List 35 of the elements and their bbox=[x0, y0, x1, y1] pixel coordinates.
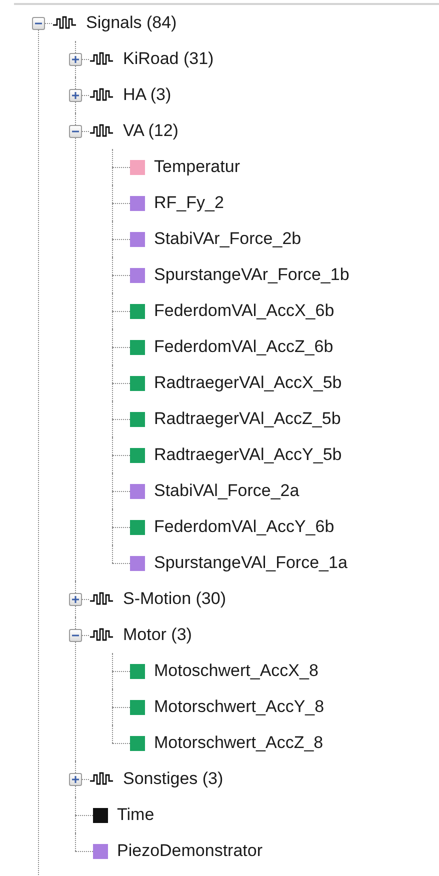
plus-icon bbox=[70, 54, 81, 64]
tree-node-label[interactable]: FederdomVAl_AccZ_6b bbox=[154, 337, 334, 357]
tree-node-label[interactable]: VA (12) bbox=[123, 121, 178, 141]
tree-node-label[interactable]: Sonstiges (3) bbox=[123, 769, 224, 789]
tree-node-label[interactable]: SpurstangeVAr_Force_1b bbox=[154, 265, 350, 285]
expander-button[interactable] bbox=[69, 628, 82, 642]
tree-node-label[interactable]: StabiVAr_Force_2b bbox=[154, 229, 302, 249]
tree-node-label[interactable]: PiezoDemonstrator bbox=[117, 841, 263, 861]
tree-node-label[interactable]: RadtraegerVAl_AccX_5b bbox=[154, 373, 342, 393]
tree-node-label[interactable]: StabiVAl_Force_2a bbox=[154, 481, 300, 501]
tree-node-label[interactable]: FederdomVAl_AccX_6b bbox=[154, 301, 334, 321]
tree-node-label[interactable]: KiRoad (31) bbox=[123, 49, 214, 69]
tree-node-label[interactable]: Motoschwert_AccX_8 bbox=[154, 661, 318, 681]
plus-icon bbox=[70, 90, 81, 100]
plus-icon bbox=[70, 774, 81, 784]
tree-node-label[interactable]: Motor (3) bbox=[123, 625, 192, 645]
expander-button[interactable] bbox=[69, 124, 82, 138]
tree-node-label[interactable]: RadtraegerVAl_AccY_5b bbox=[154, 445, 342, 465]
expander-button[interactable] bbox=[69, 52, 82, 66]
plus-icon bbox=[70, 594, 81, 604]
tree-node-label[interactable]: SpurstangeVAl_Force_1a bbox=[154, 553, 348, 573]
expander-button[interactable] bbox=[32, 16, 45, 30]
tree-node-label[interactable]: Motorschwert_AccY_8 bbox=[154, 697, 324, 717]
tree-node-label[interactable]: Time bbox=[117, 805, 154, 825]
tree-node-label[interactable]: RadtraegerVAl_AccZ_5b bbox=[154, 409, 341, 429]
tree-node-label[interactable]: RF_Fy_2 bbox=[154, 193, 224, 213]
expander-button[interactable] bbox=[69, 772, 82, 786]
tree-node-label[interactable]: FederdomVAl_AccY_6b bbox=[154, 517, 334, 537]
tree-node-label[interactable]: Signals (84) bbox=[86, 13, 177, 33]
expander-button[interactable] bbox=[69, 88, 82, 102]
tree-node-label[interactable]: S-Motion (30) bbox=[123, 589, 226, 609]
tree-node-label[interactable]: Motorschwert_AccZ_8 bbox=[154, 733, 324, 753]
tree-node-label[interactable]: Temperatur bbox=[154, 157, 240, 177]
tree-node-label[interactable]: HA (3) bbox=[123, 85, 172, 105]
expander-button[interactable] bbox=[69, 592, 82, 606]
